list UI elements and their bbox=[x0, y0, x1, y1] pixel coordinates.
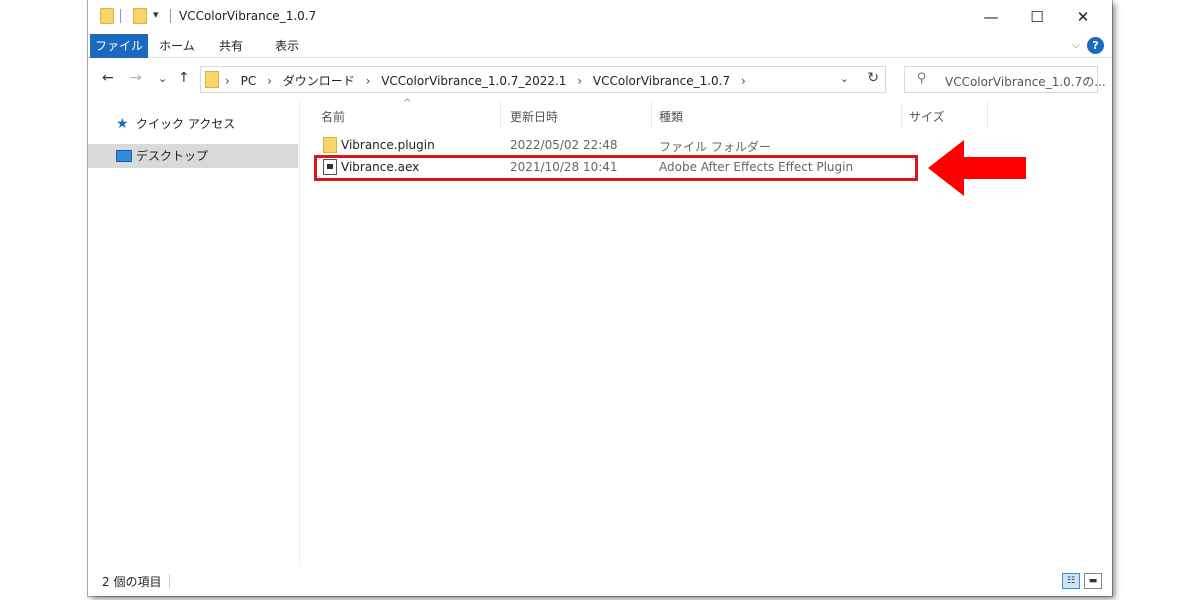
divider bbox=[120, 9, 121, 23]
sort-ascending-icon: ^ bbox=[403, 98, 412, 109]
folder-icon bbox=[100, 8, 114, 24]
breadcrumb-pc[interactable]: PC bbox=[241, 74, 257, 88]
file-type: Adobe After Effects Effect Plugin bbox=[659, 160, 854, 174]
close-button[interactable]: ✕ bbox=[1060, 4, 1106, 30]
details-view-button[interactable]: ☷ bbox=[1062, 573, 1080, 589]
column-headers: ^ 名前 更新日時 種類 サイズ bbox=[301, 98, 1112, 130]
list-item[interactable]: Vibrance.aex 2021/10/28 10:41 Adobe Afte… bbox=[301, 157, 921, 179]
sidebar-item-label: デスクトップ bbox=[136, 149, 209, 163]
divider bbox=[169, 574, 170, 588]
column-divider[interactable] bbox=[651, 102, 652, 128]
recent-locations-icon[interactable]: ⌄ bbox=[158, 72, 167, 85]
list-item[interactable]: Vibrance.plugin 2022/05/02 22:48 ファイル フォ… bbox=[301, 135, 921, 157]
search-placeholder: VCColorVibrance_1.0.7の... bbox=[945, 75, 1106, 89]
chevron-icon[interactable]: › bbox=[366, 74, 371, 88]
file-name: Vibrance.plugin bbox=[341, 138, 435, 152]
tab-share[interactable]: 共有 bbox=[210, 34, 252, 58]
plugin-file-icon bbox=[323, 159, 337, 178]
forward-button[interactable]: → bbox=[130, 70, 142, 86]
back-button[interactable]: ← bbox=[102, 70, 114, 86]
breadcrumb-downloads[interactable]: ダウンロード bbox=[283, 74, 355, 88]
column-header-name[interactable]: 名前 bbox=[321, 108, 345, 125]
chevron-icon[interactable]: › bbox=[741, 74, 746, 88]
breadcrumb-current-folder[interactable]: VCColorVibrance_1.0.7 bbox=[593, 74, 730, 88]
arrow-shape bbox=[928, 140, 1026, 196]
title-bar: ▾ VCColorVibrance_1.0.7 — ☐ ✕ bbox=[88, 0, 1112, 34]
explorer-window: ▾ VCColorVibrance_1.0.7 — ☐ ✕ ファイル ホーム 共… bbox=[88, 0, 1112, 596]
file-name: Vibrance.aex bbox=[341, 160, 420, 174]
breadcrumb: › PC › ダウンロード › VCColorVibrance_1.0.7_20… bbox=[225, 72, 753, 89]
new-folder-icon[interactable] bbox=[133, 8, 147, 24]
up-button[interactable]: ↑ bbox=[178, 70, 190, 86]
chevron-icon[interactable]: › bbox=[267, 74, 272, 88]
star-icon: ★ bbox=[116, 116, 129, 132]
folder-icon bbox=[205, 71, 219, 88]
refresh-icon[interactable]: ↻ bbox=[867, 70, 879, 86]
ribbon-expand-icon[interactable]: ⌵ bbox=[1072, 38, 1080, 52]
tab-file[interactable]: ファイル bbox=[90, 34, 148, 58]
search-icon: ⚲ bbox=[917, 71, 927, 86]
quick-access-dropdown-icon[interactable]: ▾ bbox=[153, 8, 159, 21]
file-type: ファイル フォルダー bbox=[659, 140, 771, 154]
red-arrow-annotation bbox=[928, 140, 1026, 196]
minimize-button[interactable]: — bbox=[968, 4, 1014, 30]
sidebar-item-desktop[interactable]: デスクトップ bbox=[88, 144, 298, 168]
chevron-icon[interactable]: › bbox=[225, 74, 230, 88]
file-date: 2021/10/28 10:41 bbox=[510, 160, 618, 174]
column-divider[interactable] bbox=[901, 102, 902, 128]
status-bar: 2 個の項目 ☷ ▬ bbox=[88, 566, 1112, 596]
item-count: 2 個の項目 bbox=[102, 575, 162, 589]
tab-view[interactable]: 表示 bbox=[266, 34, 308, 58]
file-date: 2022/05/02 22:48 bbox=[510, 138, 618, 152]
window-title: VCColorVibrance_1.0.7 bbox=[179, 9, 317, 23]
ribbon-tabs: ファイル ホーム 共有 表示 ⌵ ? bbox=[88, 34, 1112, 58]
large-icons-view-button[interactable]: ▬ bbox=[1084, 573, 1102, 589]
sidebar-item-label: クイック アクセス bbox=[136, 117, 236, 131]
column-header-date[interactable]: 更新日時 bbox=[510, 108, 558, 125]
sidebar-item-quick-access[interactable]: ★ クイック アクセス bbox=[88, 112, 298, 136]
breadcrumb-parent-folder[interactable]: VCColorVibrance_1.0.7_2022.1 bbox=[381, 74, 566, 88]
search-input[interactable]: ⚲ VCColorVibrance_1.0.7の... bbox=[904, 66, 1106, 93]
column-header-size[interactable]: サイズ bbox=[909, 108, 945, 125]
column-divider[interactable] bbox=[500, 102, 501, 128]
column-header-type[interactable]: 種類 bbox=[659, 108, 683, 125]
chevron-icon[interactable]: › bbox=[577, 74, 582, 88]
folder-icon bbox=[323, 137, 337, 156]
navigation-bar: ← → ⌄ ↑ › PC › ダウンロード › VCColorVibrance_… bbox=[88, 58, 1112, 100]
address-bar[interactable]: › PC › ダウンロード › VCColorVibrance_1.0.7_20… bbox=[200, 66, 886, 93]
desktop-icon bbox=[116, 144, 132, 170]
help-icon[interactable]: ? bbox=[1087, 37, 1104, 54]
divider bbox=[170, 9, 171, 23]
address-dropdown-icon[interactable]: ⌄ bbox=[840, 72, 849, 85]
navigation-pane: ★ クイック アクセス デスクトップ bbox=[88, 100, 300, 566]
maximize-button[interactable]: ☐ bbox=[1014, 4, 1060, 30]
tab-home[interactable]: ホーム bbox=[152, 34, 202, 58]
column-divider[interactable] bbox=[987, 102, 988, 128]
